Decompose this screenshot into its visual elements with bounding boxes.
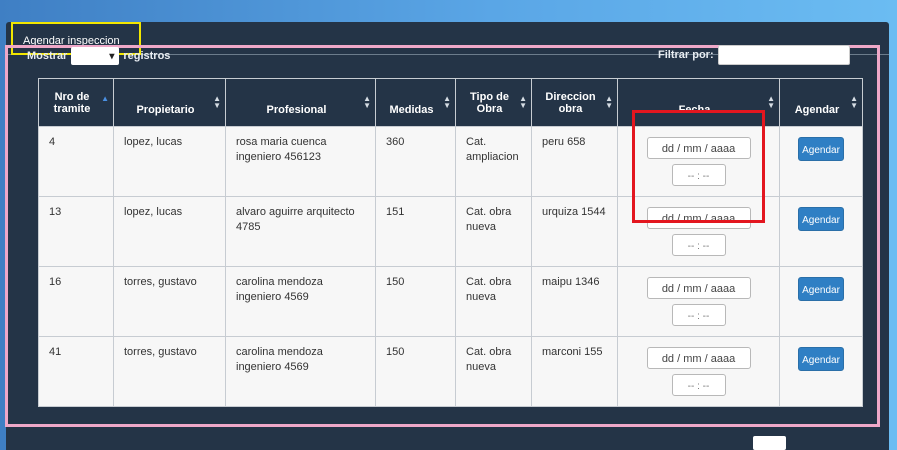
agendar-button[interactable]: Agendar [798, 207, 844, 231]
cell-agendar: Agendar [779, 266, 863, 337]
sort-icon: ▲ ▼ [213, 94, 221, 110]
table-header-row: Nro de tramite ▲ Propietario ▲ ▼ Profesiona… [38, 78, 863, 127]
pagination-button[interactable] [753, 436, 786, 450]
table-row: 4 lopez, lucas rosa maria cuenca ingenie… [38, 126, 863, 197]
column-header-medidas[interactable]: Medidas ▲ ▼ [375, 78, 456, 127]
tramites-table: Nro de tramite ▲ Propietario ▲ ▼ Profesiona… [38, 78, 863, 407]
cell-agendar: Agendar [779, 336, 863, 407]
mostrar-label: Mostrar [27, 50, 68, 62]
cell-profesional: carolina mendoza ingeniero 4569 [225, 266, 376, 337]
cell-fecha: dd / mm / aaaa -- : -- [617, 266, 780, 337]
cell-fecha: dd / mm / aaaa -- : -- [617, 126, 780, 197]
cell-nro: 13 [38, 196, 114, 267]
cell-propietario: torres, gustavo [113, 336, 226, 407]
cell-nro: 41 [38, 336, 114, 407]
cell-propietario: lopez, lucas [113, 126, 226, 197]
cell-medidas: 360 [375, 126, 456, 197]
column-header-agendar[interactable]: Agendar ▲ ▼ [779, 78, 863, 127]
date-input[interactable]: dd / mm / aaaa [646, 207, 751, 229]
registros-label: registros [123, 50, 171, 62]
date-input[interactable]: dd / mm / aaaa [646, 277, 751, 299]
cell-nro: 4 [38, 126, 114, 197]
column-header-nro[interactable]: Nro de tramite ▲ [38, 78, 114, 127]
sort-asc-icon: ▲ [101, 94, 109, 103]
time-input[interactable]: -- : -- [671, 304, 726, 326]
column-header-tipo[interactable]: Tipo de Obra ▲ ▼ [455, 78, 532, 127]
cell-tipo: Cat. obra nueva [455, 266, 532, 337]
pagination-info [40, 440, 340, 450]
agendar-button[interactable]: Agendar [798, 277, 844, 301]
sort-icon: ▲ ▼ [519, 94, 527, 110]
cell-tipo: Cat. obra nueva [455, 336, 532, 407]
sort-icon: ▲ ▼ [767, 94, 775, 110]
agendar-button[interactable]: Agendar [798, 137, 844, 161]
agendar-button[interactable]: Agendar [798, 347, 844, 371]
cell-propietario: torres, gustavo [113, 266, 226, 337]
cell-nro: 16 [38, 266, 114, 337]
page-size-select[interactable]: ▾ [71, 47, 120, 65]
sort-icon: ▲ ▼ [850, 94, 858, 110]
table-row: 41 torres, gustavo carolina mendoza inge… [38, 336, 863, 407]
chevron-down-icon: ▾ [109, 50, 115, 62]
cell-agendar: Agendar [779, 196, 863, 267]
cell-medidas: 150 [375, 266, 456, 337]
cell-agendar: Agendar [779, 126, 863, 197]
cell-propietario: lopez, lucas [113, 196, 226, 267]
cell-tipo: Cat. obra nueva [455, 196, 532, 267]
page-size-control: Mostrar ▾ registros [27, 47, 170, 65]
date-input[interactable]: dd / mm / aaaa [646, 137, 751, 159]
table-row: 16 torres, gustavo carolina mendoza inge… [38, 266, 863, 337]
table-row: 13 lopez, lucas alvaro aguirre arquitect… [38, 196, 863, 267]
cell-profesional: carolina mendoza ingeniero 4569 [225, 336, 376, 407]
sort-icon: ▲ ▼ [443, 94, 451, 110]
date-input[interactable]: dd / mm / aaaa [646, 347, 751, 369]
cell-fecha: dd / mm / aaaa -- : -- [617, 196, 780, 267]
filter-label: Filtrar por: [658, 49, 714, 61]
filter-input[interactable] [717, 45, 850, 65]
cell-direccion: maipu 1346 [531, 266, 618, 337]
column-header-profesional[interactable]: Profesional ▲ ▼ [225, 78, 376, 127]
cell-fecha: dd / mm / aaaa -- : -- [617, 336, 780, 407]
cell-tipo: Cat. ampliacion [455, 126, 532, 197]
time-input[interactable]: -- : -- [671, 374, 726, 396]
column-header-direccion[interactable]: Direccion obra ▲ ▼ [531, 78, 618, 127]
cell-medidas: 150 [375, 336, 456, 407]
cell-direccion: peru 658 [531, 126, 618, 197]
cell-profesional: alvaro aguirre arquitecto 4785 [225, 196, 376, 267]
cell-medidas: 151 [375, 196, 456, 267]
column-header-fecha[interactable]: Fecha ▲ ▼ [617, 78, 780, 127]
cell-profesional: rosa maria cuenca ingeniero 456123 [225, 126, 376, 197]
time-input[interactable]: -- : -- [671, 164, 726, 186]
cell-direccion: marconi 155 [531, 336, 618, 407]
time-input[interactable]: -- : -- [671, 234, 726, 256]
filter-control: Filtrar por: [658, 45, 850, 65]
column-header-propietario[interactable]: Propietario ▲ ▼ [113, 78, 226, 127]
sort-icon: ▲ ▼ [605, 94, 613, 110]
cell-direccion: urquiza 1544 [531, 196, 618, 267]
sort-icon: ▲ ▼ [363, 94, 371, 110]
